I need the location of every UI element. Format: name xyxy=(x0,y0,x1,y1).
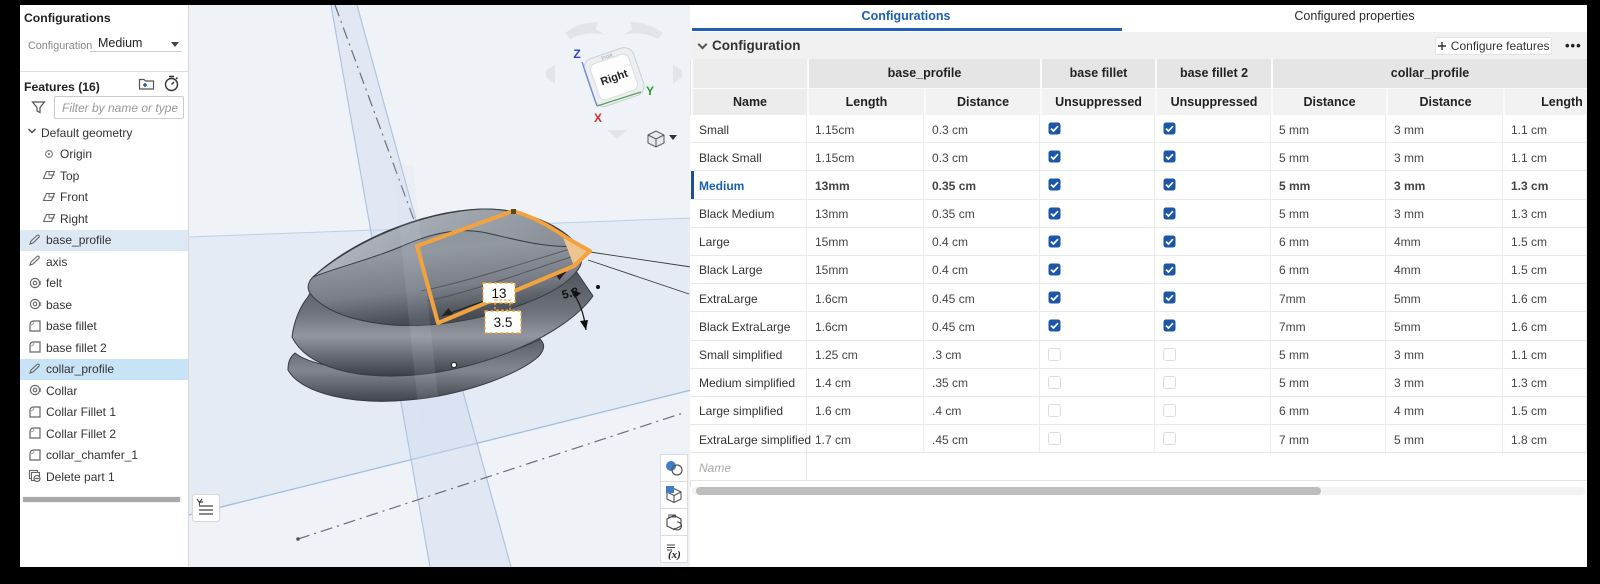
svg-text:X: X xyxy=(594,111,602,125)
svg-text:Z: Z xyxy=(573,47,580,61)
svg-text:13: 13 xyxy=(491,286,506,301)
svg-text:(x): (x) xyxy=(668,549,681,561)
svg-text:Y: Y xyxy=(646,84,654,98)
svg-text:3.5: 3.5 xyxy=(494,315,513,330)
